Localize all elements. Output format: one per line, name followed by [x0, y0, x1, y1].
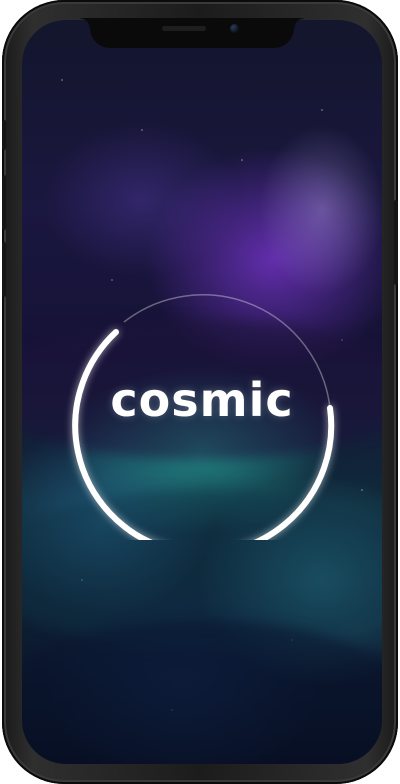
volume-down-button [2, 242, 6, 297]
camera-icon [230, 24, 239, 33]
nebula-cloud [22, 620, 382, 764]
app-logo: cosmic [110, 373, 294, 427]
notch [80, 18, 304, 48]
volume-up-button [2, 175, 6, 230]
phone-frame: cosmic [2, 0, 398, 784]
power-button [394, 200, 398, 285]
splash-screen: cosmic [22, 20, 382, 764]
silent-switch [2, 120, 6, 150]
speaker-icon [162, 26, 206, 31]
